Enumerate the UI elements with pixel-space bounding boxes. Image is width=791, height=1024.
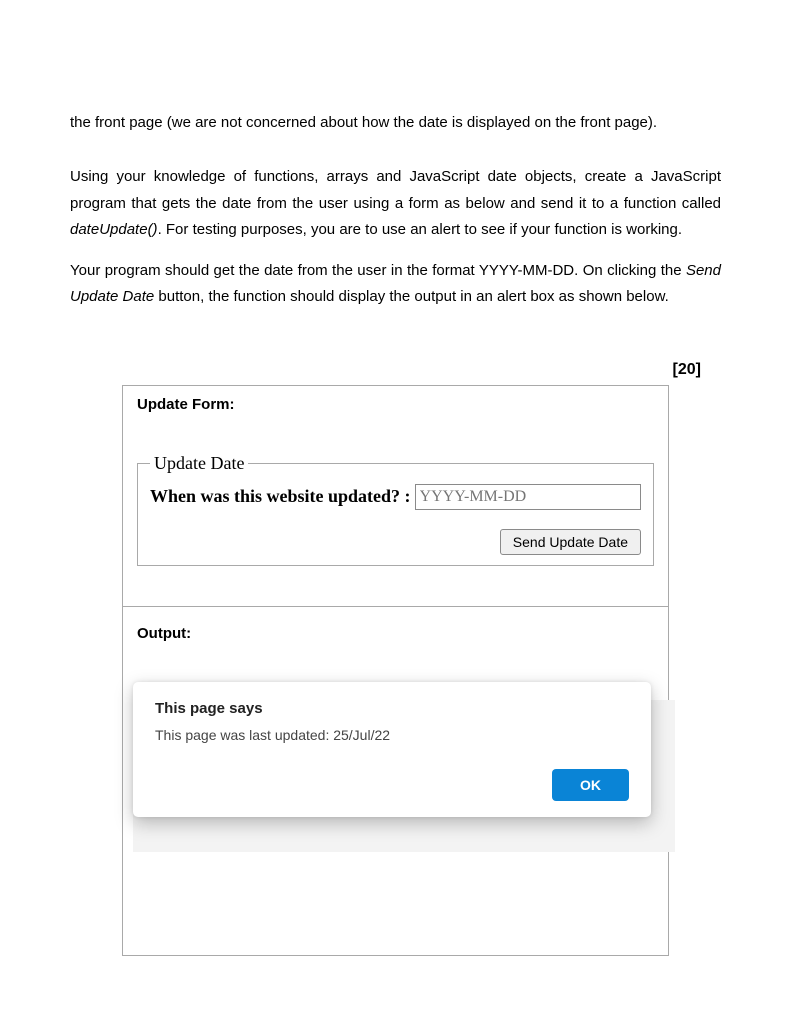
para1-text-a: Using your knowledge of functions, array…: [70, 168, 721, 211]
update-date-fieldset: Update Date When was this website update…: [137, 453, 654, 566]
update-date-legend: Update Date: [150, 453, 248, 474]
alert-ok-button[interactable]: OK: [552, 769, 629, 801]
output-section: Output: This page says This page was las…: [123, 607, 668, 955]
update-form-title: Update Form:: [137, 396, 654, 413]
send-update-date-button[interactable]: Send Update Date: [500, 529, 641, 555]
alert-title: This page says: [155, 700, 629, 717]
marks-label: [20]: [70, 361, 721, 379]
example-panel: Update Form: Update Date When was this w…: [122, 385, 669, 956]
alert-message: This page was last updated: 25/Jul/22: [155, 727, 629, 743]
para2-text-a: Your program should get the date from th…: [70, 262, 686, 279]
output-title: Output:: [137, 625, 654, 642]
paragraph-instructions-1: Using your knowledge of functions, array…: [70, 164, 721, 243]
function-name: dateUpdate(): [70, 221, 158, 238]
para2-text-b: button, the function should display the …: [154, 288, 669, 305]
paragraph-instructions-2: Your program should get the date from th…: [70, 258, 721, 311]
update-date-input[interactable]: [415, 484, 641, 510]
alert-dialog: This page says This page was last update…: [133, 682, 651, 817]
intro-fragment: the front page (we are not concerned abo…: [70, 110, 721, 136]
update-date-prompt: When was this website updated? :: [150, 486, 411, 507]
para1-text-b: . For testing purposes, you are to use a…: [158, 221, 682, 238]
update-form-section: Update Form: Update Date When was this w…: [123, 386, 668, 607]
